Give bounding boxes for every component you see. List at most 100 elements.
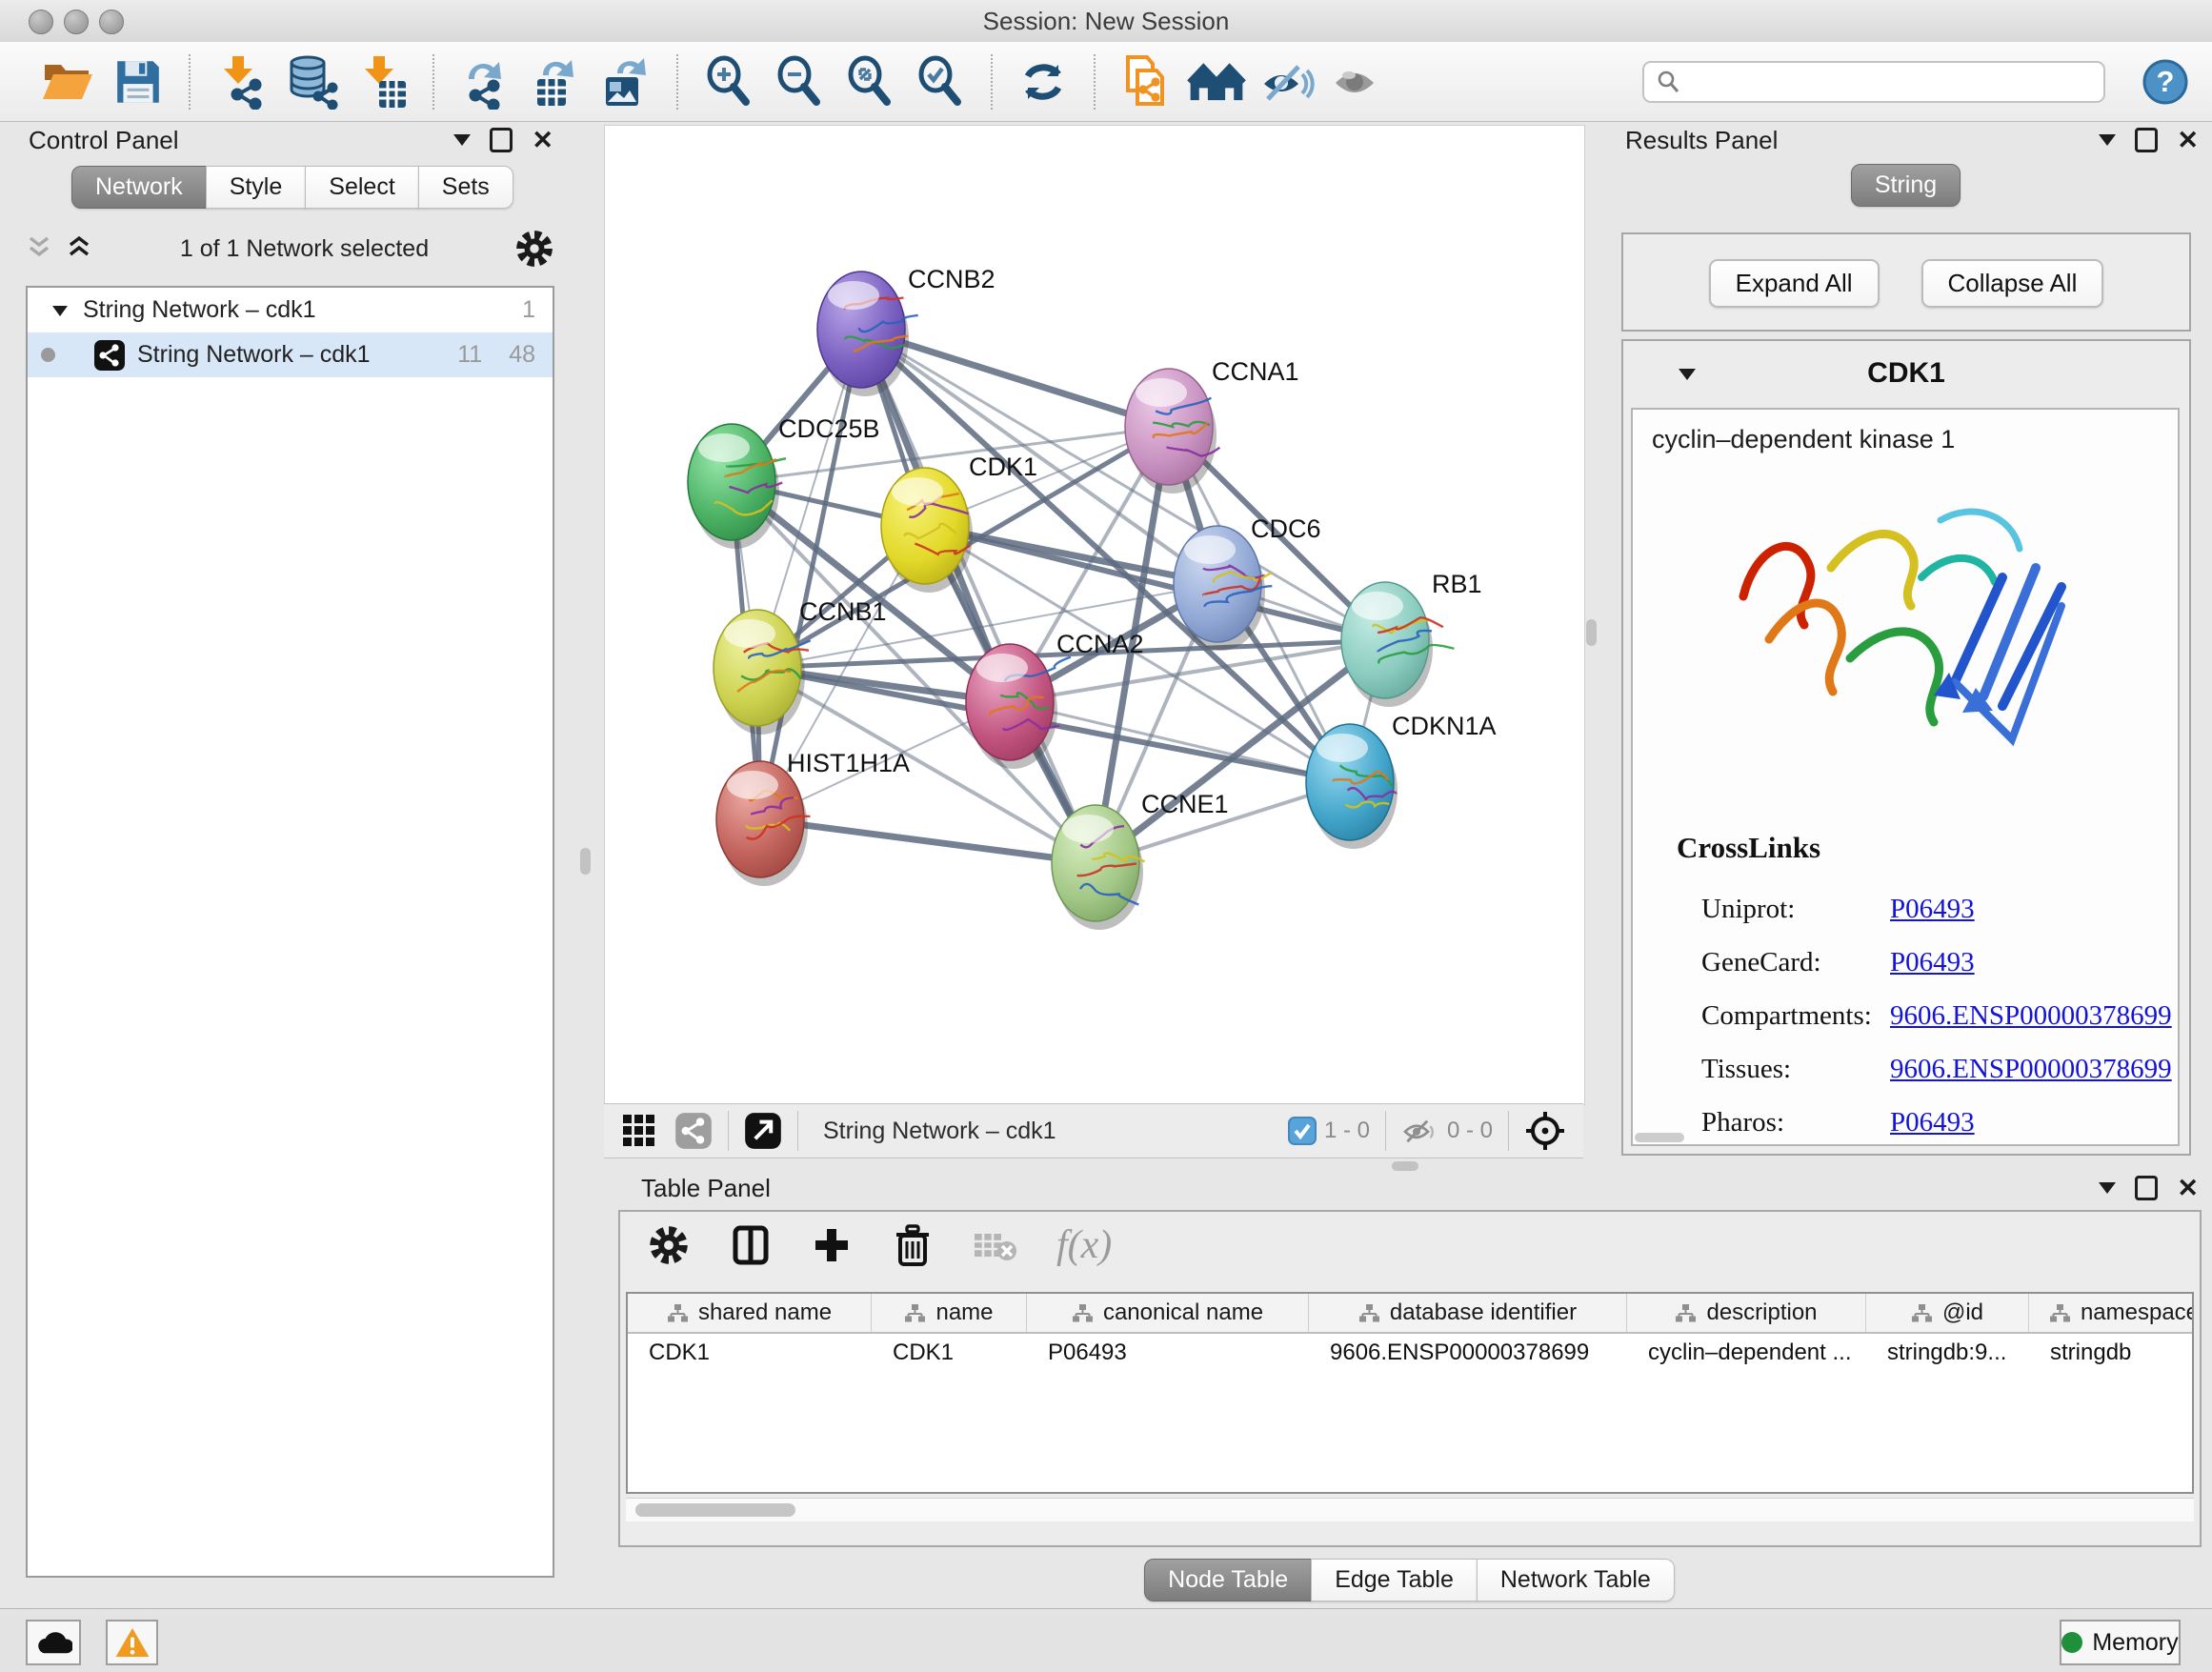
import-table-button[interactable]: [352, 52, 412, 111]
table-close-icon[interactable]: ✕: [2177, 1178, 2199, 1198]
protein-collapse-triangle-icon[interactable]: [1677, 366, 1698, 382]
network-collection-row[interactable]: String Network – cdk1 1: [28, 288, 553, 332]
network-options-gear-icon[interactable]: [513, 228, 555, 270]
delete-column-icon[interactable]: [891, 1222, 935, 1268]
crosslink-value-link[interactable]: P06493: [1890, 1107, 1975, 1138]
tab-network[interactable]: Network: [71, 166, 207, 209]
table-horizontal-scrollbar[interactable]: [626, 1498, 2194, 1521]
scrollbar-thumb[interactable]: [635, 1503, 795, 1517]
table-menu-icon[interactable]: [2099, 1182, 2116, 1194]
warning-status-button[interactable]: [106, 1620, 158, 1665]
zoom-fit-button[interactable]: [840, 52, 899, 111]
table-gear-icon[interactable]: [647, 1223, 691, 1267]
results-scrollbar-thumb[interactable]: [1635, 1133, 1684, 1142]
minimize-window-button[interactable]: [64, 10, 89, 34]
zoom-in-button[interactable]: [699, 52, 758, 111]
left-splitter-handle[interactable]: [580, 848, 591, 875]
table-cell[interactable]: CDK1: [872, 1340, 1027, 1366]
table-cell[interactable]: P06493: [1027, 1340, 1309, 1366]
save-session-button[interactable]: [109, 52, 168, 111]
tab-edge-table[interactable]: Edge Table: [1311, 1559, 1478, 1601]
table-float-icon[interactable]: [2135, 1176, 2158, 1200]
network-node-HIST1H1A[interactable]: HIST1H1A: [716, 749, 910, 886]
table-cell[interactable]: cyclin–dependent ...: [1627, 1340, 1866, 1366]
network-node-CDKN1A[interactable]: CDKN1A: [1306, 712, 1497, 849]
import-network-button[interactable]: [211, 52, 271, 111]
network-view-canvas[interactable]: CCNB2CCNA1CDC25BCDK1CDC6RB1CCNB1CCNA2CDK…: [604, 125, 1585, 1105]
column-header-namespace[interactable]: namespace: [2029, 1294, 2194, 1332]
column-header-database-identifier[interactable]: database identifier: [1309, 1294, 1627, 1332]
close-panel-icon[interactable]: ✕: [532, 131, 553, 150]
selected-checkbox-icon[interactable]: [1288, 1117, 1317, 1145]
network-node-CCNE1[interactable]: CCNE1: [1052, 790, 1229, 930]
results-menu-icon[interactable]: [2099, 134, 2116, 146]
results-close-icon[interactable]: ✕: [2177, 131, 2199, 150]
function-builder-icon[interactable]: f(x): [1056, 1222, 1112, 1268]
network-node-CDK1[interactable]: CDK1: [881, 453, 1037, 593]
goto-network-icon[interactable]: [744, 1112, 782, 1150]
network-node-CDC25B[interactable]: CDC25B: [688, 414, 880, 549]
table-cell[interactable]: CDK1: [628, 1340, 872, 1366]
share-view-icon[interactable]: [674, 1112, 713, 1150]
delete-table-icon[interactable]: [973, 1226, 1018, 1264]
expand-all-button[interactable]: Expand All: [1709, 259, 1880, 308]
apply-layout-button[interactable]: [1014, 52, 1073, 111]
tab-network-table[interactable]: Network Table: [1477, 1559, 1675, 1601]
crosslink-value-link[interactable]: 9606.ENSP00000378699: [1890, 1054, 2172, 1085]
column-header--id[interactable]: @id: [1866, 1294, 2029, 1332]
network-node-CCNB1[interactable]: CCNB1: [714, 597, 887, 735]
table-cell[interactable]: stringdb: [2029, 1340, 2194, 1366]
results-float-icon[interactable]: [2135, 128, 2158, 152]
right-splitter-handle[interactable]: [1586, 619, 1597, 646]
column-header-canonical-name[interactable]: canonical name: [1027, 1294, 1309, 1332]
tab-select[interactable]: Select: [305, 166, 418, 209]
table-cell[interactable]: 9606.ENSP00000378699: [1309, 1340, 1627, 1366]
table-cell[interactable]: stringdb:9...: [1866, 1340, 2029, 1366]
export-table-button[interactable]: [526, 52, 585, 111]
copy-network-button[interactable]: [1116, 52, 1176, 111]
export-image-button[interactable]: [596, 52, 655, 111]
string-home-button[interactable]: [1187, 52, 1246, 111]
collapse-triangle-icon[interactable]: [50, 303, 70, 318]
expand-all-icon[interactable]: [63, 234, 95, 263]
column-header-name[interactable]: name: [872, 1294, 1027, 1332]
network-row[interactable]: String Network – cdk1 11 48: [28, 332, 553, 377]
memory-button[interactable]: Memory: [2060, 1620, 2181, 1665]
tab-string[interactable]: String: [1851, 164, 1961, 207]
hidden-eye-slash-icon[interactable]: [1401, 1116, 1439, 1146]
open-session-button[interactable]: [38, 52, 97, 111]
hide-glass-button[interactable]: [1257, 52, 1317, 111]
float-panel-icon[interactable]: [490, 128, 513, 152]
show-glass-button[interactable]: [1328, 52, 1387, 111]
tab-node-table[interactable]: Node Table: [1144, 1559, 1312, 1601]
panel-menu-icon[interactable]: [453, 134, 471, 146]
crosslink-value-link[interactable]: P06493: [1890, 894, 1975, 925]
network-node-RB1[interactable]: RB1: [1341, 570, 1482, 707]
network-node-CDC6[interactable]: CDC6: [1174, 514, 1321, 651]
import-network-from-database-button[interactable]: [282, 52, 341, 111]
export-network-button[interactable]: [455, 52, 514, 111]
crosshair-icon[interactable]: [1524, 1110, 1566, 1152]
collapse-all-button[interactable]: Collapse All: [1921, 259, 2104, 308]
tab-style[interactable]: Style: [206, 166, 307, 209]
network-graph[interactable]: CCNB2CCNA1CDC25BCDK1CDC6RB1CCNB1CCNA2CDK…: [605, 126, 1584, 1104]
column-header-description[interactable]: description: [1627, 1294, 1866, 1332]
network-node-CCNB2[interactable]: CCNB2: [817, 265, 995, 396]
search-field[interactable]: [1642, 61, 2105, 103]
cloud-status-button[interactable]: [26, 1620, 81, 1665]
crosslink-value-link[interactable]: 9606.ENSP00000378699: [1890, 1000, 2172, 1032]
close-window-button[interactable]: [29, 10, 53, 34]
birdseye-grid-icon[interactable]: [621, 1113, 657, 1149]
search-input[interactable]: [1680, 68, 2084, 96]
collapse-all-icon[interactable]: [23, 234, 55, 263]
tab-sets[interactable]: Sets: [418, 166, 513, 209]
zoom-selected-button[interactable]: [911, 52, 970, 111]
crosslink-value-link[interactable]: P06493: [1890, 947, 1975, 978]
add-column-icon[interactable]: [811, 1224, 853, 1266]
column-header-shared-name[interactable]: shared name: [628, 1294, 872, 1332]
zoom-window-button[interactable]: [99, 10, 124, 34]
show-columns-icon[interactable]: [729, 1223, 773, 1267]
help-button[interactable]: ?: [2136, 52, 2195, 111]
table-row[interactable]: CDK1CDK1P064939606.ENSP00000378699cyclin…: [628, 1334, 2192, 1372]
zoom-out-button[interactable]: [770, 52, 829, 111]
